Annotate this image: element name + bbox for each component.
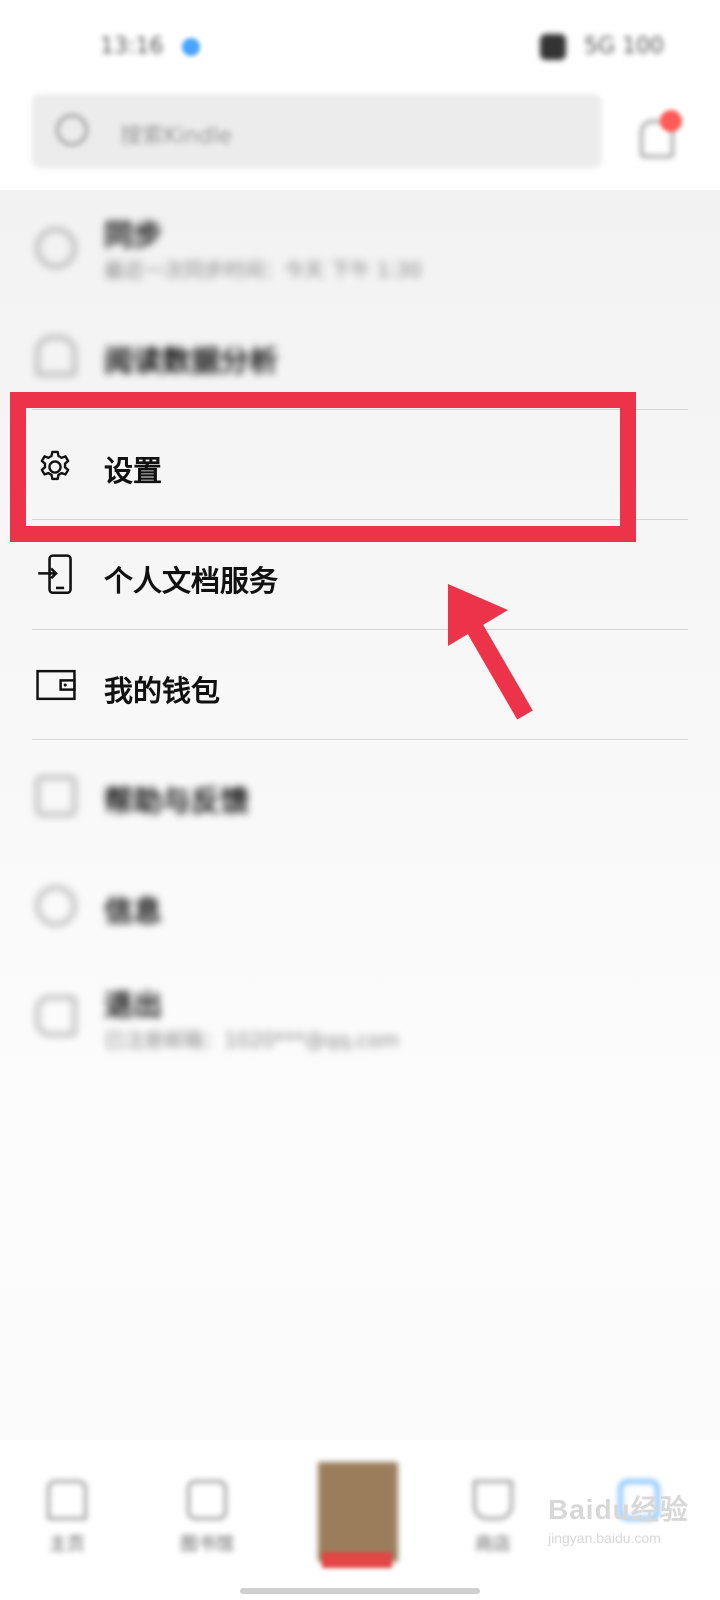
menu-item-label: 同步 bbox=[104, 218, 163, 252]
nav-label: 商店 bbox=[475, 1534, 511, 1555]
search-placeholder: 搜索Kindle bbox=[120, 124, 233, 149]
menu-item-help[interactable]: 帮助与反馈 bbox=[0, 740, 720, 850]
nav-home[interactable]: 主页 bbox=[22, 1480, 112, 1580]
menu-item-label: 个人文档服务 bbox=[104, 564, 279, 598]
nav-store[interactable]: 商店 bbox=[448, 1480, 538, 1580]
library-icon bbox=[187, 1480, 227, 1520]
nav-label: 图书馆 bbox=[180, 1534, 234, 1555]
chart-icon bbox=[36, 336, 76, 376]
menu-item-label: 阅读数据分析 bbox=[104, 344, 279, 378]
menu-item-label: 信息 bbox=[104, 894, 163, 928]
menu-item-wallet[interactable]: 我的钱包 bbox=[0, 630, 720, 740]
logout-icon bbox=[36, 996, 76, 1036]
watermark-main: Baidu经验 bbox=[548, 1494, 689, 1525]
menu-item-label: 帮助与反馈 bbox=[104, 784, 250, 818]
sync-icon bbox=[36, 228, 76, 268]
menu-item-sub: 已注册邮箱：1020***@qq.com bbox=[104, 1028, 400, 1052]
highlight-box bbox=[10, 392, 636, 542]
notification-badge bbox=[660, 110, 682, 132]
doc-transfer-icon bbox=[38, 554, 72, 595]
status-time: 13:16 bbox=[100, 34, 164, 59]
arrow-annotation-icon bbox=[448, 584, 533, 720]
watermark-sub: jingyan.baidu.com bbox=[548, 1530, 661, 1546]
screen: 13:16 5G 100 搜索Kindle 同步 最近一次同步时间：今天 下午 … bbox=[0, 0, 720, 1600]
notification-dot-icon bbox=[182, 38, 200, 56]
search-input[interactable]: 搜索Kindle bbox=[32, 94, 602, 168]
menu-item-sub: 最近一次同步时间：今天 下午 1:30 bbox=[104, 258, 422, 282]
wallet-icon bbox=[36, 669, 76, 701]
status-right: 5G 100 bbox=[583, 34, 664, 59]
current-book-cover[interactable] bbox=[318, 1462, 398, 1562]
menu-item-label: 退出 bbox=[104, 988, 163, 1022]
nav-library[interactable]: 图书馆 bbox=[162, 1480, 252, 1580]
menu-item-info[interactable]: 信息 bbox=[0, 850, 720, 960]
menu-item-label: 我的钱包 bbox=[104, 674, 221, 708]
status-bar: 13:16 5G 100 bbox=[0, 0, 720, 90]
menu-item-logout[interactable]: 退出 已注册邮箱：1020***@qq.com bbox=[0, 960, 720, 1070]
info-icon bbox=[36, 886, 76, 926]
current-book-tag bbox=[322, 1552, 392, 1568]
signal-icon bbox=[540, 34, 566, 60]
home-icon bbox=[47, 1480, 87, 1520]
nav-label: 主页 bbox=[49, 1534, 85, 1555]
home-indicator[interactable] bbox=[240, 1588, 480, 1594]
header: 搜索Kindle bbox=[0, 90, 720, 190]
search-icon bbox=[56, 114, 88, 146]
help-icon bbox=[36, 776, 76, 816]
menu-item-sync[interactable]: 同步 最近一次同步时间：今天 下午 1:30 bbox=[0, 190, 720, 300]
cart-icon bbox=[473, 1480, 513, 1520]
baidu-watermark: Baidu经验 jingyan.baidu.com bbox=[548, 1488, 708, 1568]
